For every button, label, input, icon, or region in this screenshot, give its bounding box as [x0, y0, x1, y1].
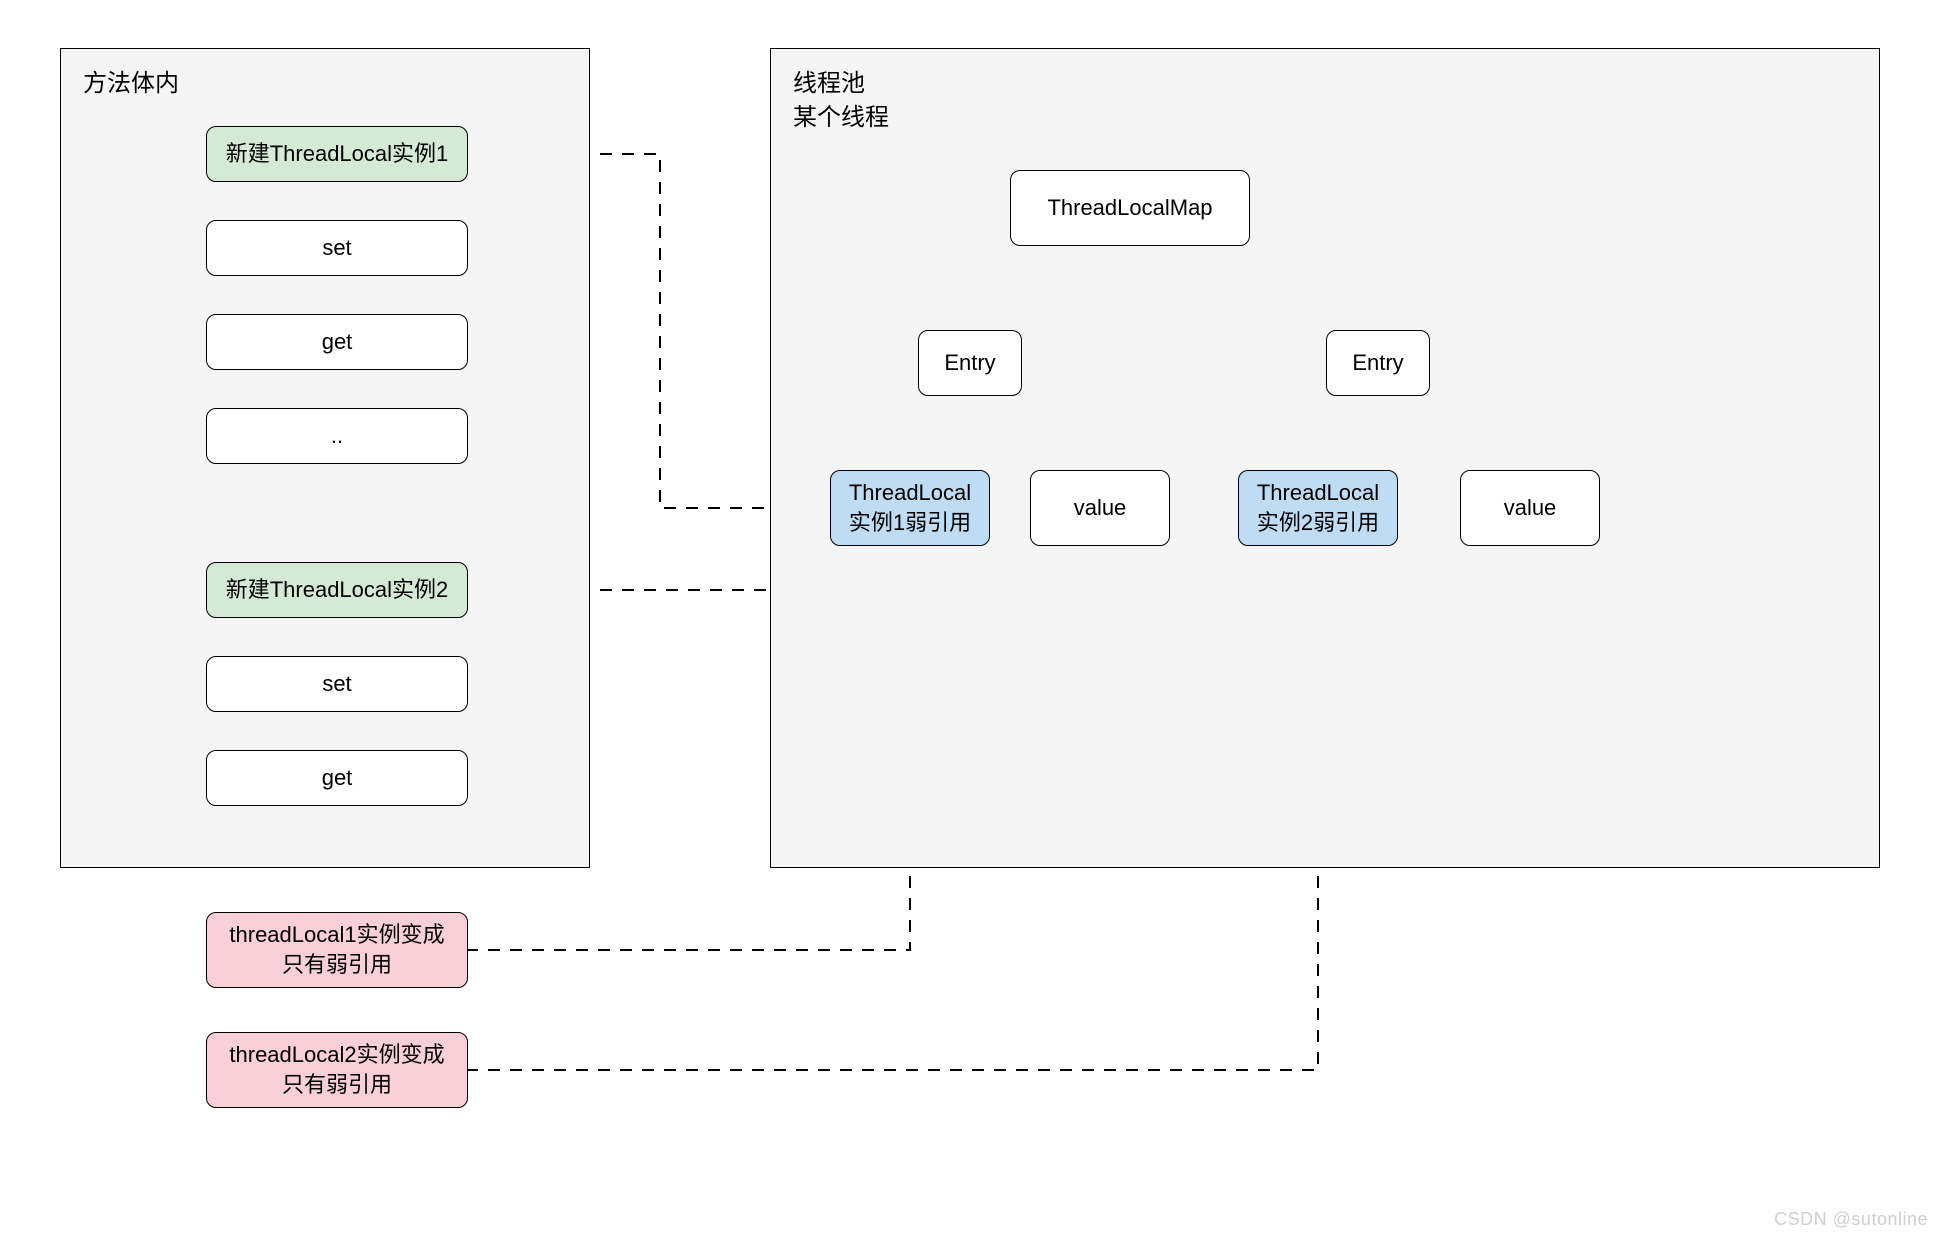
diagram-canvas: 方法体内 线程池 某个线程 新建ThreadLocal实例1 set get .… [0, 0, 1946, 1242]
node-value-1: value [1030, 470, 1170, 546]
method-body-title: 方法体内 [83, 67, 179, 101]
node-entry-1: Entry [918, 330, 1022, 396]
watermark: CSDN @sutonline [1774, 1209, 1928, 1230]
node-new-threadlocal-2: 新建ThreadLocal实例2 [206, 562, 468, 618]
node-set-1: set [206, 220, 468, 276]
note-weakref-1: threadLocal1实例变成 只有弱引用 [206, 912, 468, 988]
node-new-threadlocal-1: 新建ThreadLocal实例1 [206, 126, 468, 182]
thread-panel-title: 线程池 某个线程 [793, 67, 889, 134]
node-get-2: get [206, 750, 468, 806]
thread-panel: 线程池 某个线程 [770, 48, 1880, 868]
node-tl-weakref-1: ThreadLocal 实例1弱引用 [830, 470, 990, 546]
node-dots: .. [206, 408, 468, 464]
node-set-2: set [206, 656, 468, 712]
node-get-1: get [206, 314, 468, 370]
node-tl-weakref-2: ThreadLocal 实例2弱引用 [1238, 470, 1398, 546]
node-threadlocalmap: ThreadLocalMap [1010, 170, 1250, 246]
node-entry-2: Entry [1326, 330, 1430, 396]
node-value-2: value [1460, 470, 1600, 546]
note-weakref-2: threadLocal2实例变成 只有弱引用 [206, 1032, 468, 1108]
